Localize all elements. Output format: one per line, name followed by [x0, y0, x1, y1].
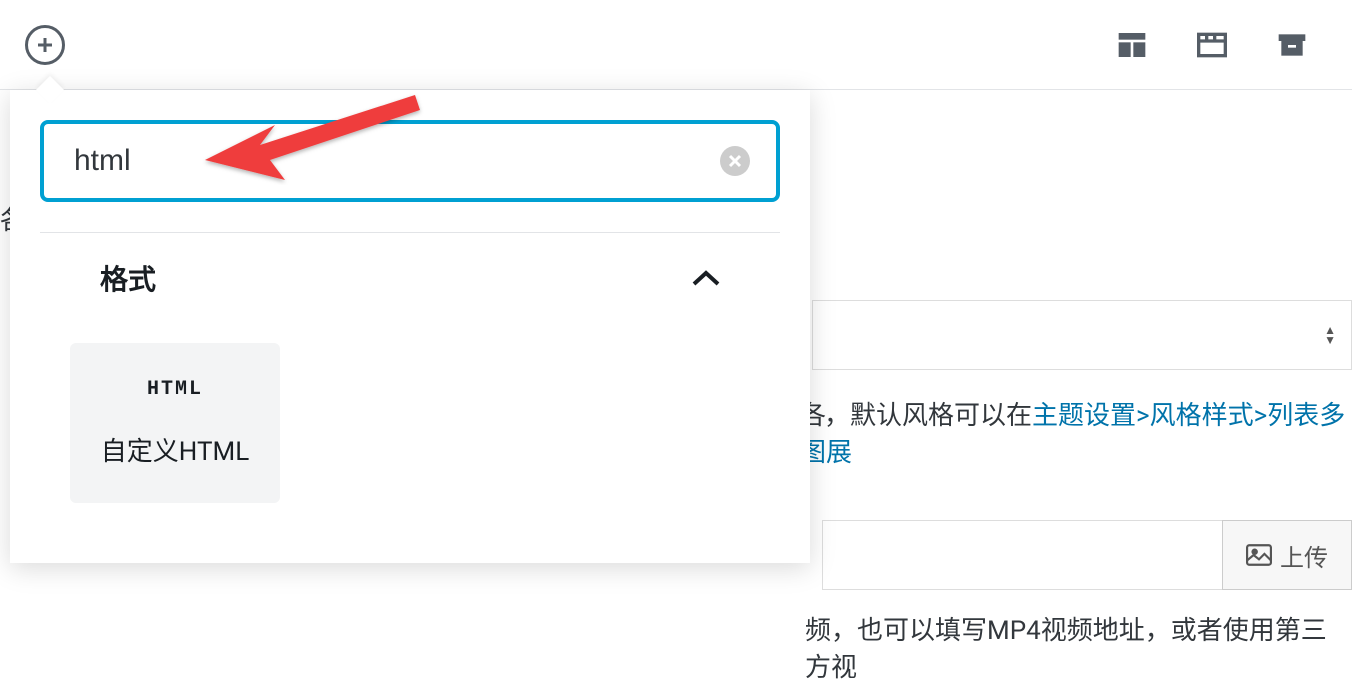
clear-search-button[interactable] [720, 146, 750, 176]
chevron-up-icon [692, 262, 720, 295]
select-arrows-icon: ▲▼ [1324, 325, 1336, 345]
toolbar-right [1112, 25, 1312, 65]
block-inserter-popover: 格式 HTML 自定义HTML [10, 90, 810, 563]
category-header-format[interactable]: 格式 [40, 232, 780, 323]
block-search-input[interactable] [40, 120, 780, 202]
block-label: 自定义HTML [101, 431, 249, 468]
bg-upload-input[interactable] [822, 520, 1222, 590]
category-title: 格式 [100, 258, 156, 298]
bg-text-fragment: 各 [0, 200, 10, 237]
bg-help-text-2: 频，也可以填写MP4视频地址，或者使用第三方视 [805, 610, 1352, 684]
bg-upload-row: 上传 [822, 520, 1352, 590]
search-container [10, 90, 810, 232]
bg-help-text-1: 各，默认风格可以在主题设置>风格样式>列表多图展 [800, 395, 1352, 469]
film-icon[interactable] [1192, 25, 1232, 65]
bg-select-field[interactable]: ▲▼ [812, 300, 1352, 370]
layout-icon[interactable] [1112, 25, 1152, 65]
editor-toolbar [0, 0, 1352, 90]
add-block-button[interactable] [25, 25, 65, 65]
html-block-icon: HTML [147, 378, 203, 401]
archive-icon[interactable] [1272, 25, 1312, 65]
block-custom-html[interactable]: HTML 自定义HTML [70, 343, 280, 503]
upload-button[interactable]: 上传 [1222, 520, 1352, 590]
blocks-grid: HTML 自定义HTML [10, 323, 810, 523]
